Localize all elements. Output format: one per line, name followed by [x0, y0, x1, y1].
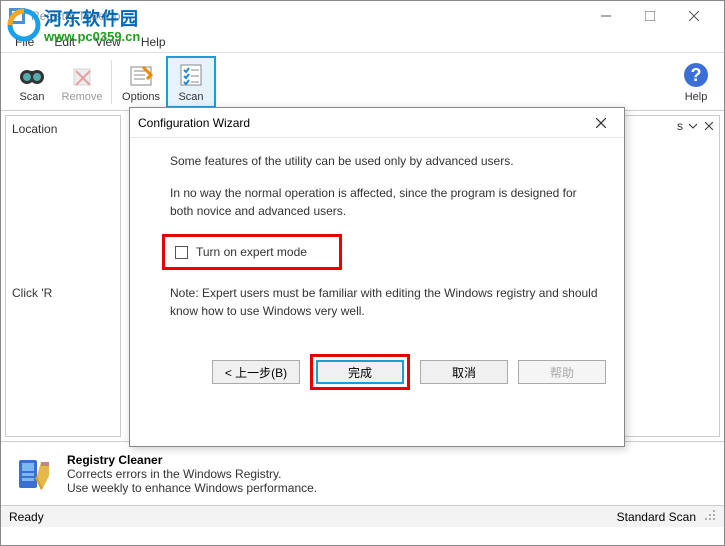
minimize-button[interactable]: [584, 2, 628, 30]
toolbar-separator: [111, 60, 112, 104]
dialog-paragraph-2: In no way the normal operation is affect…: [170, 184, 600, 220]
close-button[interactable]: [672, 2, 716, 30]
status-right: Standard Scan: [617, 510, 696, 524]
window-title: Registry TuneUp: [31, 9, 584, 23]
dialog-button-row: < 上一步(B) 完成 取消 帮助: [130, 344, 624, 400]
options-button[interactable]: Options: [116, 56, 166, 108]
app-icon: [9, 8, 25, 24]
expert-mode-checkbox-row[interactable]: Turn on expert mode: [162, 234, 342, 270]
remove-icon: [68, 61, 96, 89]
remove-label: Remove: [62, 91, 103, 103]
dialog-close-button[interactable]: [586, 108, 616, 138]
statusbar: Ready Standard Scan: [1, 505, 724, 527]
svg-text:?: ?: [691, 65, 702, 85]
cancel-button[interactable]: 取消: [420, 360, 508, 384]
scan-label: Scan: [19, 91, 44, 103]
panel-dropdown-label[interactable]: s: [677, 119, 683, 133]
finish-button[interactable]: 完成: [316, 360, 404, 384]
close-panel-icon[interactable]: [705, 119, 713, 133]
dialog-note: Note: Expert users must be familiar with…: [170, 284, 600, 320]
window-titlebar: Registry TuneUp: [1, 1, 724, 31]
menu-view[interactable]: View: [85, 33, 131, 51]
checklist-icon: [177, 61, 205, 89]
location-header: Location: [12, 122, 114, 166]
expert-mode-label: Turn on expert mode: [196, 245, 307, 259]
help-label: Help: [685, 91, 708, 103]
click-hint: Click 'R: [12, 286, 114, 300]
location-panel: Location Click 'R: [5, 115, 121, 437]
back-button[interactable]: < 上一步(B): [212, 360, 300, 384]
scan-options-button[interactable]: Scan: [166, 56, 216, 108]
checkbox-icon[interactable]: [175, 246, 188, 259]
help-dialog-button[interactable]: 帮助: [518, 360, 606, 384]
scan-button[interactable]: Scan: [7, 56, 57, 108]
options-label: Options: [122, 91, 160, 103]
status-left: Ready: [9, 510, 617, 524]
menubar: File Edit View Help: [1, 31, 724, 53]
help-button[interactable]: ? Help: [674, 56, 718, 108]
options-icon: [127, 61, 155, 89]
toolbar: Scan Remove Options Scan ? Help: [1, 53, 724, 111]
dialog-paragraph-1: Some features of the utility can be used…: [170, 152, 600, 170]
menu-help[interactable]: Help: [131, 33, 176, 51]
chevron-down-icon[interactable]: [689, 119, 697, 133]
maximize-button[interactable]: [628, 2, 672, 30]
remove-button[interactable]: Remove: [57, 56, 107, 108]
dialog-title: Configuration Wizard: [138, 116, 586, 130]
scan2-label: Scan: [178, 91, 203, 103]
menu-edit[interactable]: Edit: [44, 33, 85, 51]
info-panel: Registry Cleaner Corrects errors in the …: [1, 441, 724, 505]
help-icon: ?: [682, 61, 710, 89]
info-line2: Use weekly to enhance Windows performanc…: [67, 481, 317, 495]
binoculars-icon: [18, 61, 46, 89]
info-line1: Corrects errors in the Windows Registry.: [67, 467, 317, 481]
configuration-wizard-dialog: Configuration Wizard Some features of th…: [129, 107, 625, 447]
registry-cleaner-icon: [15, 454, 55, 494]
finish-highlight: 完成: [310, 354, 410, 390]
info-title: Registry Cleaner: [67, 453, 317, 467]
resize-grip-icon[interactable]: [704, 509, 716, 524]
info-text: Registry Cleaner Corrects errors in the …: [67, 453, 317, 495]
dialog-titlebar: Configuration Wizard: [130, 108, 624, 138]
dialog-body: Some features of the utility can be used…: [130, 138, 624, 344]
menu-file[interactable]: File: [5, 33, 44, 51]
